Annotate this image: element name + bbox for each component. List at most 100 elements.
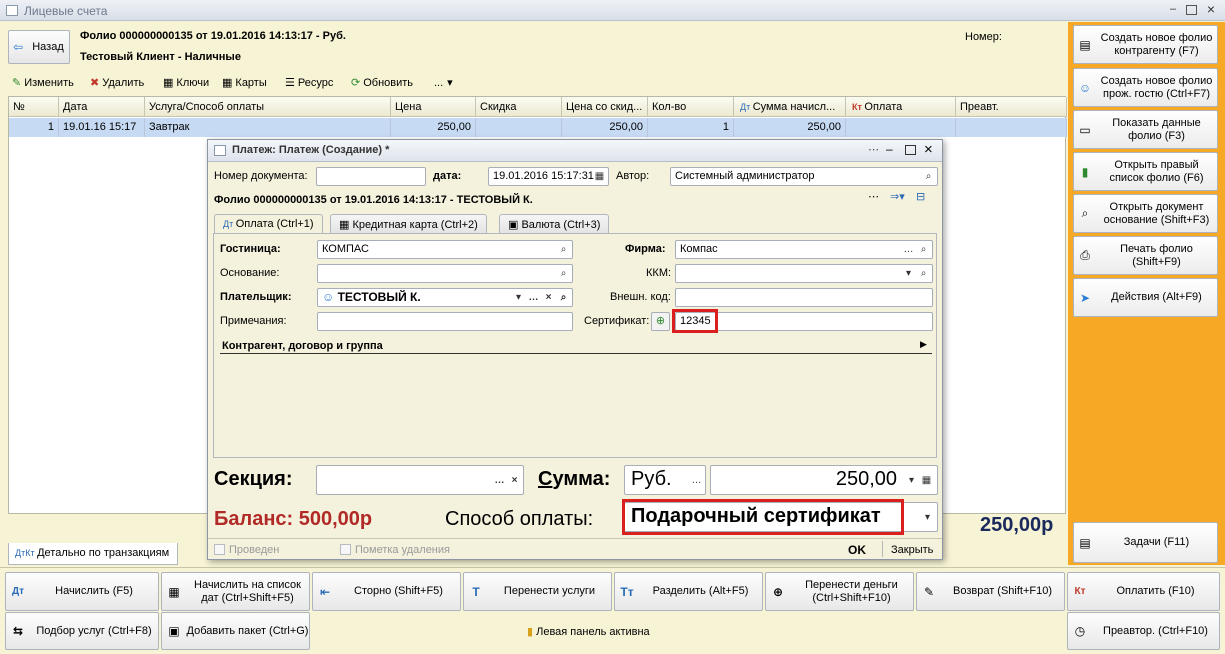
resource-button[interactable]: ☰ Ресурс	[285, 76, 333, 90]
tab-detail-transactions[interactable]: ДтКт Детально по транзакциям	[8, 543, 178, 565]
add-package-button[interactable]: ▣ Добавить пакет (Ctrl+G)	[161, 612, 310, 650]
cards-button[interactable]: ▦ Карты	[222, 76, 267, 90]
delete-button[interactable]: ✖ Удалить	[90, 76, 144, 90]
calculator-icon[interactable]: ▦	[919, 473, 934, 488]
open-right-list-button[interactable]: ▮ Открыть правый список фолио (F6)	[1073, 152, 1218, 191]
payer-input[interactable]: ☺ ТЕСТОВЫЙ К. ▾ … × ⌕	[317, 288, 573, 307]
preauth-button[interactable]: ◷ Преавтор. (Ctrl+F10)	[1067, 612, 1220, 650]
notes-input[interactable]	[317, 312, 573, 331]
create-folio-contractor-button[interactable]: ▤ Создать новое фолио контрагенту (F7)	[1073, 25, 1218, 64]
hotel-input[interactable]: КОМПАС ⌕	[317, 240, 573, 259]
chevron-down-icon[interactable]: ▾	[901, 266, 916, 281]
col-payment[interactable]: Кт Оплата	[846, 97, 956, 117]
firm-input[interactable]: Компас … ⌕	[675, 240, 933, 259]
storno-button[interactable]: ⇤ Сторно (Shift+F5)	[312, 572, 461, 611]
maximize-icon[interactable]	[1186, 5, 1197, 15]
ext-code-input[interactable]	[675, 288, 933, 307]
charge-dates-button[interactable]: ▦ Начислить на список дат (Ctrl+Shift+F5)	[161, 572, 310, 611]
sum-input[interactable]: 250,00 ▾ ▦	[710, 465, 938, 495]
show-folio-button[interactable]: ▭ Показать данные фолио (F3)	[1073, 110, 1218, 149]
dialog-maximize-icon[interactable]	[905, 145, 916, 155]
date-input[interactable]: 19.01.2016 15:17:31 ▦	[488, 167, 609, 186]
dialog-menu-icon[interactable]: ⋯	[868, 143, 879, 156]
close-button[interactable]: Закрыть	[891, 544, 933, 556]
col-qty[interactable]: Кол-во	[648, 97, 734, 117]
tab-credit-card[interactable]: ▦ Кредитная карта (Ctrl+2)	[330, 214, 487, 233]
table-row-price-discount[interactable]: 250,00	[562, 118, 648, 137]
keys-button[interactable]: ▦ Ключи	[163, 76, 209, 90]
transfer-services-button[interactable]: Т Перенести услуги	[463, 572, 612, 611]
tab-payment[interactable]: Дт Оплата (Ctrl+1)	[214, 214, 323, 234]
basis-input[interactable]: ⌕	[317, 264, 573, 283]
ok-button[interactable]: OK	[848, 543, 866, 557]
certificate-pick-icon[interactable]: ⊕	[651, 312, 670, 331]
table-row-price[interactable]: 250,00	[391, 118, 476, 137]
col-price[interactable]: Цена	[391, 97, 476, 117]
table-row-qty[interactable]: 1	[648, 118, 734, 137]
calendar-icon[interactable]: ▦	[592, 169, 607, 184]
split-button[interactable]: Тт Разделить (Alt+F5)	[614, 572, 763, 611]
kkm-select[interactable]: ▾ ⌕	[675, 264, 933, 283]
col-date[interactable]: Дата	[59, 97, 145, 117]
chevron-down-icon[interactable]: ▾	[904, 473, 919, 488]
col-discount[interactable]: Скидка	[476, 97, 562, 117]
ellipsis-icon[interactable]: …	[689, 473, 704, 488]
deletion-mark-checkbox[interactable]: Пометка удаления	[340, 544, 450, 556]
back-button[interactable]: ⇦ Назад	[8, 30, 70, 64]
table-row-sum[interactable]: 250,00	[734, 118, 846, 137]
table-row-payment[interactable]	[846, 118, 956, 137]
open-basis-document-button[interactable]: ⌕ Открыть документ основание (Shift+F3)	[1073, 194, 1218, 233]
tab-currency[interactable]: ▣ Валюта (Ctrl+3)	[499, 214, 610, 233]
select-services-button[interactable]: ⇆ Подбор услуг (Ctrl+F8)	[5, 612, 159, 650]
author-input[interactable]: Системный администратор ⌕	[670, 167, 938, 186]
search-icon[interactable]: ⌕	[556, 290, 571, 305]
chevron-right-icon[interactable]: ▶	[920, 339, 927, 350]
dialog-save-icon[interactable]: ⊟	[916, 190, 925, 203]
chevron-down-icon[interactable]: ▾	[511, 290, 526, 305]
table-row-discount[interactable]	[476, 118, 562, 137]
transfer-money-button[interactable]: ⊕ Перенести деньги (Ctrl+Shift+F10)	[765, 572, 914, 611]
pay-button[interactable]: Кт Оплатить (F10)	[1067, 572, 1220, 611]
refresh-button[interactable]: ⟳ Обновить	[351, 76, 413, 90]
table-row-date[interactable]: 19.01.16 15:17	[59, 118, 145, 137]
actions-button[interactable]: ➤ Действия (Alt+F9)	[1073, 278, 1218, 317]
create-folio-guest-button[interactable]: ☺ Создать новое фолио прож. гостю (Ctrl+F…	[1073, 68, 1218, 107]
posted-checkbox[interactable]: Проведен	[214, 544, 279, 556]
certificate-label: Сертификат:	[584, 315, 650, 327]
col-price-discount[interactable]: Цена со скид...	[562, 97, 648, 117]
print-folio-button[interactable]: ⎙ Печать фолио (Shift+F9)	[1073, 236, 1218, 275]
chevron-down-icon[interactable]: ▾	[920, 510, 935, 525]
ellipsis-icon[interactable]: …	[901, 242, 916, 257]
charge-button[interactable]: Дт Начислить (F5)	[5, 572, 159, 611]
group-label[interactable]: Контрагент, договор и группа	[222, 340, 383, 352]
search-icon[interactable]: ⌕	[556, 242, 571, 257]
clear-icon[interactable]: ×	[507, 473, 522, 488]
close-icon[interactable]: ×	[1204, 2, 1218, 16]
table-row-service[interactable]: Завтрак	[145, 118, 391, 137]
ellipsis-icon[interactable]: …	[492, 473, 507, 488]
col-service[interactable]: Услуга/Способ оплаты	[145, 97, 391, 117]
search-icon[interactable]: ⌕	[916, 266, 931, 281]
currency-input[interactable]: Руб. …	[624, 465, 706, 495]
table-row-preauth[interactable]	[956, 118, 1067, 137]
ellipsis-icon[interactable]: …	[526, 290, 541, 305]
dialog-minimize-icon[interactable]: ‒	[886, 142, 893, 156]
search-icon[interactable]: ⌕	[556, 266, 571, 281]
dialog-nav-icon[interactable]: ⇒▾	[890, 190, 905, 203]
dialog-more-icon[interactable]: ⋯	[868, 190, 879, 203]
search-icon[interactable]: ⌕	[921, 169, 936, 184]
clear-icon[interactable]: ×	[541, 290, 556, 305]
col-preauth[interactable]: Преавт.	[956, 97, 1067, 117]
edit-button[interactable]: ✎ Изменить	[12, 76, 74, 90]
refund-button[interactable]: ✎ Возврат (Shift+F10)	[916, 572, 1065, 611]
dialog-close-icon[interactable]: ×	[924, 141, 933, 158]
search-icon[interactable]: ⌕	[916, 242, 931, 257]
col-sum[interactable]: Дт Сумма начисл...	[734, 97, 846, 117]
tasks-button[interactable]: ▤ Задачи (F11)	[1073, 522, 1218, 563]
more-button[interactable]: ... ▾	[434, 76, 456, 90]
col-num[interactable]: №	[9, 97, 59, 117]
doc-number-input[interactable]	[316, 167, 426, 186]
table-row-num[interactable]: 1	[9, 118, 59, 137]
section-input[interactable]: … ×	[316, 465, 524, 495]
minimize-icon[interactable]: ‒	[1166, 4, 1180, 16]
